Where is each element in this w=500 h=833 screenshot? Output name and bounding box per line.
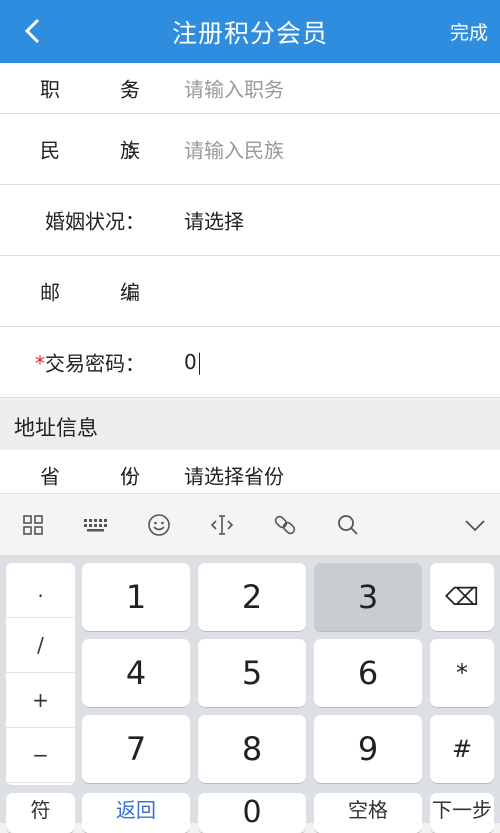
symbols-switch-key[interactable]: 符 bbox=[6, 793, 75, 833]
province-select[interactable]: 请选择省份 bbox=[184, 461, 284, 490]
symbol-column: . / + − bbox=[6, 563, 75, 785]
space-key[interactable]: 空格 bbox=[314, 793, 422, 833]
apps-grid-icon[interactable] bbox=[16, 508, 50, 542]
emoji-icon[interactable] bbox=[142, 508, 176, 542]
form-row-trade-password[interactable]: *交易密码 ： 0 bbox=[0, 327, 500, 398]
collapse-chevron-icon[interactable] bbox=[458, 508, 492, 542]
address-section-header: 地址信息 bbox=[0, 400, 500, 451]
done-button[interactable]: 完成 bbox=[450, 18, 488, 45]
symbol-key[interactable]: + bbox=[6, 673, 75, 728]
keyboard-toolbar bbox=[0, 493, 500, 556]
key-1[interactable]: 1 bbox=[82, 563, 190, 631]
text-cursor bbox=[198, 352, 200, 375]
keyboard-icon[interactable] bbox=[78, 508, 112, 542]
form-row-postcode[interactable]: 邮 编 ： bbox=[0, 256, 500, 327]
app-header: 注册积分会员 完成 bbox=[0, 0, 500, 63]
form-row-position[interactable]: 职 务 ： 请输入职务 bbox=[0, 63, 500, 114]
section-title: 地址信息 bbox=[14, 416, 98, 440]
return-key[interactable]: 返回 bbox=[82, 793, 190, 833]
backspace-key[interactable]: ⌫ bbox=[430, 563, 494, 631]
field-colon: ： bbox=[125, 351, 145, 376]
field-colon: ： bbox=[125, 464, 145, 489]
key-8[interactable]: 8 bbox=[198, 715, 306, 783]
field-colon: ： bbox=[125, 209, 145, 234]
trade-password-input[interactable]: 0 bbox=[184, 350, 200, 375]
symbol-key[interactable]: − bbox=[6, 728, 75, 783]
field-colon: ： bbox=[125, 280, 145, 305]
key-2[interactable]: 2 bbox=[198, 563, 306, 631]
member-form: 职 务 ： 请输入职务 民 族 ： 请输入民族 婚姻状况 ： 请选择 邮 编 ：… bbox=[0, 63, 500, 398]
key-6[interactable]: 6 bbox=[314, 639, 422, 707]
trade-password-value: 0 bbox=[184, 349, 197, 374]
key-7[interactable]: 7 bbox=[82, 715, 190, 783]
key-5[interactable]: 5 bbox=[198, 639, 306, 707]
field-label: 婚姻状况 bbox=[45, 209, 125, 234]
key-9[interactable]: 9 bbox=[314, 715, 422, 783]
position-input[interactable]: 请输入职务 bbox=[184, 74, 284, 103]
ethnicity-input[interactable]: 请输入民族 bbox=[184, 135, 284, 164]
numeric-keyboard: . / + − 1 2 3 ⌫ 4 5 6 * 7 8 9 # 符 返回 0 空… bbox=[0, 555, 500, 833]
symbol-key[interactable]: . bbox=[6, 563, 75, 618]
cursor-move-icon[interactable] bbox=[205, 508, 239, 542]
field-colon: ： bbox=[125, 138, 145, 163]
field-label: *交易密码 bbox=[0, 348, 125, 377]
field-label-text: 交易密码 bbox=[45, 351, 125, 376]
required-mark: * bbox=[35, 351, 45, 376]
hash-key[interactable]: # bbox=[430, 715, 494, 783]
next-key[interactable]: 下一步 bbox=[430, 793, 494, 833]
search-icon[interactable] bbox=[331, 508, 365, 542]
form-row-marital-status[interactable]: 婚姻状况 ： 请选择 bbox=[0, 185, 500, 256]
field-colon: ： bbox=[125, 77, 145, 102]
key-4[interactable]: 4 bbox=[82, 639, 190, 707]
form-row-ethnicity[interactable]: 民 族 ： 请输入民族 bbox=[0, 114, 500, 185]
symbol-key[interactable]: / bbox=[6, 618, 75, 673]
key-0[interactable]: 0 bbox=[198, 793, 306, 833]
marital-status-select[interactable]: 请选择 bbox=[184, 206, 244, 235]
asterisk-key[interactable]: * bbox=[430, 639, 494, 707]
page-title: 注册积分会员 bbox=[171, 19, 328, 48]
link-icon[interactable] bbox=[268, 508, 302, 542]
key-3[interactable]: 3 bbox=[314, 563, 422, 631]
